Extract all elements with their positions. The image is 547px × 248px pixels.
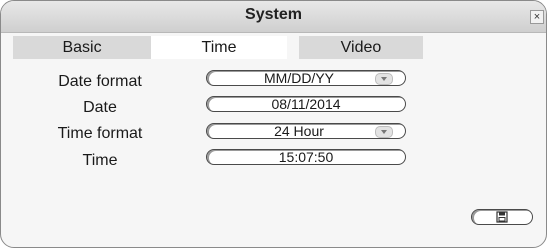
system-dialog: System × Basic Time Video Date format MM…: [0, 0, 547, 248]
title-bar: System ×: [1, 1, 546, 33]
date-format-label: Date format: [58, 73, 142, 90]
close-button[interactable]: ×: [530, 10, 544, 24]
date-label: Date: [83, 99, 117, 116]
tab-video[interactable]: Video: [299, 36, 423, 59]
save-button[interactable]: [471, 209, 533, 225]
date-format-value: MM/DD/YY: [264, 70, 334, 86]
tab-time[interactable]: Time: [151, 36, 287, 59]
time-format-value: 24 Hour: [274, 123, 324, 139]
chevron-down-icon: [375, 73, 393, 85]
time-label: Time: [82, 152, 118, 169]
save-icon: [496, 211, 508, 223]
tab-bar: Basic Time Video: [13, 36, 423, 59]
time-input[interactable]: 15:07:50: [206, 149, 406, 165]
date-input[interactable]: 08/11/2014: [206, 96, 406, 112]
window-title: System: [245, 6, 302, 23]
date-value: 08/11/2014: [271, 96, 341, 112]
time-format-select[interactable]: 24 Hour: [206, 123, 406, 139]
time-format-label: Time format: [57, 125, 143, 142]
chevron-down-icon: [375, 126, 393, 138]
tab-basic[interactable]: Basic: [13, 36, 151, 59]
date-format-select[interactable]: MM/DD/YY: [206, 70, 406, 86]
time-value: 15:07:50: [278, 149, 334, 165]
